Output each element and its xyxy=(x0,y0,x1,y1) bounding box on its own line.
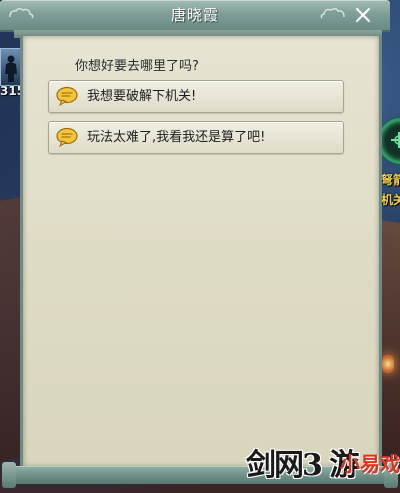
scroll-roller-cap xyxy=(2,462,16,488)
speech-bubble-icon xyxy=(56,86,78,106)
dialog-option-label: 玩法太难了,我看我还是算了吧! xyxy=(87,130,266,145)
close-icon[interactable] xyxy=(352,5,374,25)
dialog-title: 唐晓霞 xyxy=(170,6,219,24)
dialog-title-bar[interactable]: 唐晓霞 xyxy=(0,0,390,32)
dialog-option-give-up[interactable]: 玩法太难了,我看我还是算了吧! xyxy=(48,121,344,154)
dialog-option-crack-mechanism[interactable]: 我想要破解下机关! xyxy=(48,80,344,113)
watermark-accent: 小易戏 xyxy=(340,452,400,476)
dialog-option-label: 我想要破解下机关! xyxy=(87,89,197,104)
site-watermark-logo: 剑网3 游 小易戏 xyxy=(246,440,400,488)
npc-dialog: 唐晓霞 你想好要去哪里了吗? 我想要破解下机关! 玩法太难了,我看我还是算了吧! xyxy=(0,0,398,493)
speech-bubble-icon xyxy=(56,127,78,147)
dialog-prompt: 你想好要去哪里了吗? xyxy=(75,59,199,74)
